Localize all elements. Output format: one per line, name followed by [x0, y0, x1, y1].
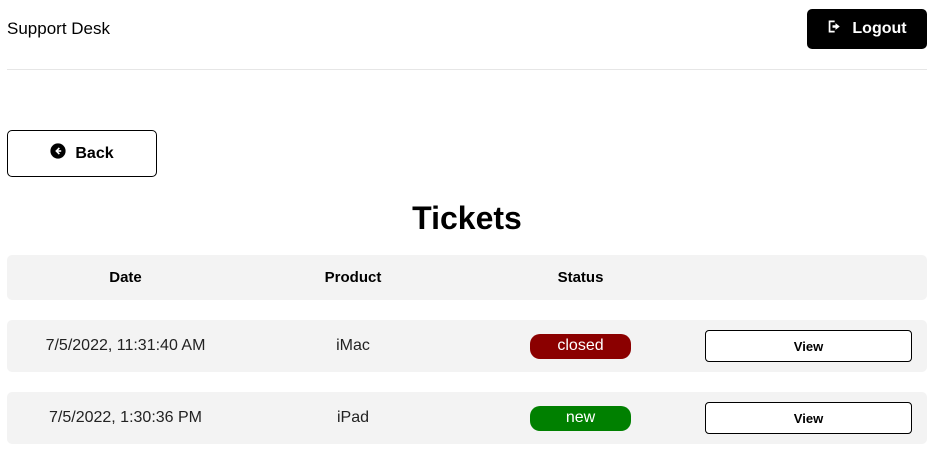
- status-cell: closed: [467, 320, 694, 372]
- ticket-date: 7/5/2022, 1:30:36 PM: [49, 409, 202, 426]
- column-header-status: Status: [557, 269, 604, 286]
- brand-link[interactable]: Support Desk: [7, 19, 110, 39]
- back-button[interactable]: Back: [7, 130, 157, 177]
- ticket-product: iMac: [336, 337, 370, 354]
- table-row: 7/5/2022, 1:30:36 PM iPad new View: [7, 392, 927, 444]
- back-label: Back: [75, 144, 114, 162]
- table-row: 7/5/2022, 11:31:40 AM iMac closed View: [7, 320, 927, 372]
- status-badge: closed: [530, 333, 631, 359]
- view-ticket-button[interactable]: View: [705, 330, 912, 362]
- page-title: Tickets: [412, 200, 522, 236]
- column-header-date: Date: [109, 269, 142, 286]
- logout-label: Logout: [852, 20, 907, 37]
- arrow-circle-left-icon: [50, 143, 66, 164]
- column-header-product: Product: [324, 269, 382, 286]
- sign-out-icon: [827, 18, 844, 40]
- status-cell: new: [467, 392, 694, 444]
- table-header: Date Product Status: [7, 255, 927, 300]
- logout-button[interactable]: Logout: [807, 9, 927, 49]
- app-header: Support Desk Logout: [7, 0, 927, 70]
- action-cell: View: [705, 320, 912, 372]
- status-badge: new: [530, 405, 631, 431]
- ticket-date: 7/5/2022, 11:31:40 AM: [45, 337, 206, 354]
- column-header-action: [705, 255, 912, 300]
- view-ticket-button[interactable]: View: [705, 402, 912, 434]
- ticket-product: iPad: [336, 409, 370, 426]
- action-cell: View: [705, 392, 912, 444]
